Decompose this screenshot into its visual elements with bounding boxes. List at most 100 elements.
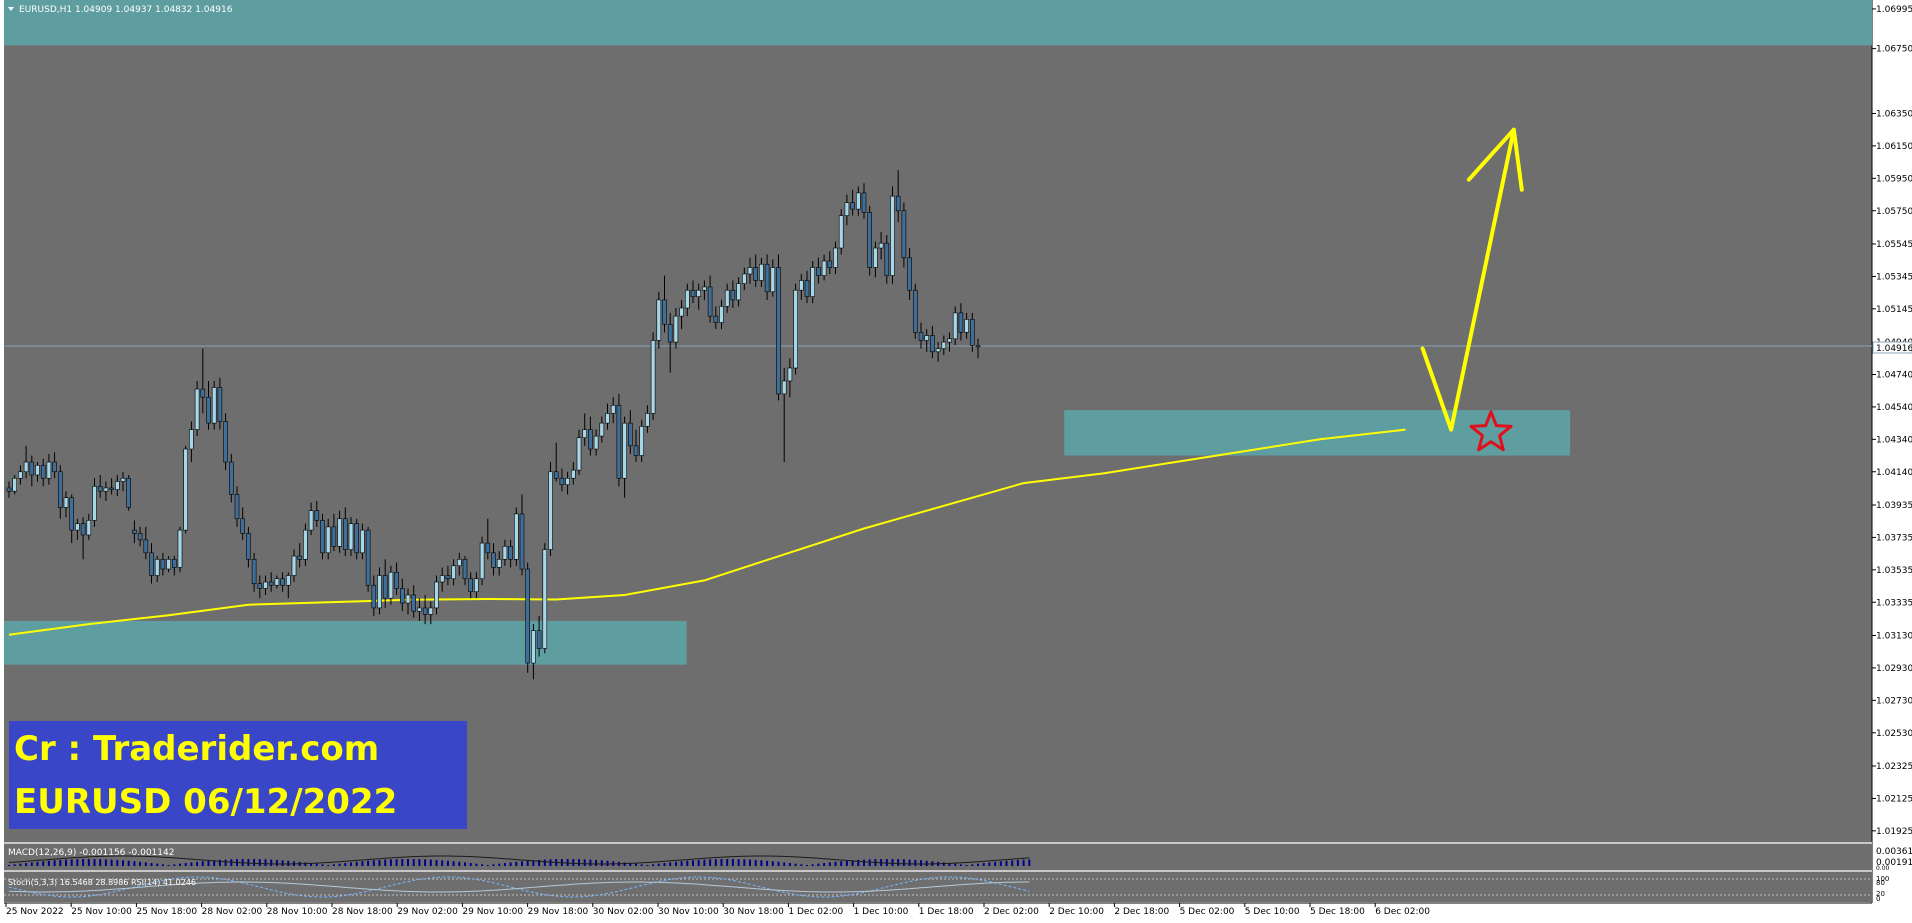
candle-body xyxy=(650,340,656,414)
candle-body xyxy=(776,267,781,395)
price-tick-label: 1.04140 xyxy=(1876,468,1912,478)
candle-body xyxy=(662,299,667,325)
candle-body xyxy=(548,471,553,550)
candle-body xyxy=(35,464,40,476)
candle-body xyxy=(360,529,365,554)
candle-body xyxy=(126,477,131,508)
annotation-line-1: Cr : Traderider.com xyxy=(14,729,379,769)
candle-body xyxy=(582,429,588,439)
candle-body xyxy=(172,558,177,568)
candle-body xyxy=(787,367,793,382)
candle xyxy=(542,543,548,654)
candle-body xyxy=(308,510,314,531)
candle-body xyxy=(645,413,650,427)
candle-body xyxy=(684,289,690,309)
candle-body xyxy=(52,461,57,473)
candle-body xyxy=(491,552,496,568)
candle-body xyxy=(382,575,388,599)
candle-body xyxy=(251,558,257,584)
price-tick-label: 1.02730 xyxy=(1876,696,1912,706)
candle-body xyxy=(63,497,69,508)
macd-value-3: 0.00 xyxy=(1876,865,1890,872)
time-tick-label: 5 Dec 10:00 xyxy=(1245,907,1300,917)
candle-body xyxy=(143,539,149,554)
candle-body xyxy=(702,286,707,291)
candle-body xyxy=(285,575,291,586)
candle-body xyxy=(753,267,759,281)
candle-body xyxy=(229,461,234,495)
candle xyxy=(320,513,325,560)
candle-body xyxy=(719,306,724,323)
candle-body xyxy=(810,267,816,297)
price-tick-label: 1.04340 xyxy=(1876,435,1912,445)
candle xyxy=(183,445,188,534)
candle-body xyxy=(388,571,394,599)
time-tick-label: 25 Nov 2022 xyxy=(6,907,64,917)
candle-body xyxy=(411,594,417,612)
candle-body xyxy=(667,323,673,343)
candle-body xyxy=(525,568,531,664)
candle xyxy=(126,474,131,511)
candle-body xyxy=(399,588,405,604)
candle-body xyxy=(895,195,901,212)
candle-body xyxy=(217,387,223,422)
candle xyxy=(656,291,662,349)
candle-body xyxy=(724,289,730,307)
candle-body xyxy=(394,571,399,589)
candle-body xyxy=(958,312,964,333)
candle-body xyxy=(713,315,719,323)
candle-body xyxy=(348,523,354,550)
candle-body xyxy=(924,335,930,341)
time-tick-label: 5 Dec 02:00 xyxy=(1180,907,1235,917)
time-tick-label: 1 Dec 10:00 xyxy=(854,907,909,917)
candle-body xyxy=(673,315,679,343)
candle xyxy=(890,186,895,284)
candle-body xyxy=(833,247,838,268)
current-price-label: 1.04916 xyxy=(1876,344,1912,354)
candle xyxy=(616,393,622,487)
price-tick-label: 1.02530 xyxy=(1876,729,1912,739)
price-tick-label: 1.02325 xyxy=(1876,762,1912,772)
price-tick-label: 1.06995 xyxy=(1876,5,1912,15)
candle-body xyxy=(160,558,166,570)
candle-body xyxy=(610,404,616,414)
candle-body xyxy=(149,552,154,576)
candle-body xyxy=(690,289,696,297)
candle-body xyxy=(451,565,456,580)
candle-body xyxy=(850,202,855,210)
candle-body xyxy=(496,558,502,568)
candle-body xyxy=(536,630,542,649)
candle-body xyxy=(12,477,17,492)
candle-body xyxy=(747,267,753,275)
candle-body xyxy=(741,273,747,285)
candle-body xyxy=(405,594,411,604)
candle-body xyxy=(565,477,570,486)
time-tick-label: 2 Dec 02:00 xyxy=(984,907,1039,917)
candle-body xyxy=(679,307,684,317)
candle-body xyxy=(519,513,525,570)
time-tick-label: 29 Nov 02:00 xyxy=(397,907,458,917)
price-chart[interactable]: EURUSD,H1 1.04909 1.04937 1.04832 1.0491… xyxy=(0,0,1912,923)
chart-window: EURUSD,H1 1.04909 1.04937 1.04832 1.0491… xyxy=(0,0,1912,923)
candle xyxy=(867,205,873,276)
candle-body xyxy=(588,429,593,450)
time-tick-label: 28 Nov 18:00 xyxy=(332,907,393,917)
price-tick-label: 1.05750 xyxy=(1876,207,1912,217)
candle-body xyxy=(873,247,878,268)
price-tick-label: 1.06350 xyxy=(1876,109,1912,119)
candle-body xyxy=(867,212,873,268)
candle-body xyxy=(759,263,764,281)
candle xyxy=(177,526,183,573)
candle-body xyxy=(177,529,183,568)
candle xyxy=(513,507,519,566)
candle-body xyxy=(46,461,52,479)
price-tick-label: 1.03735 xyxy=(1876,533,1912,543)
candle-body xyxy=(474,578,479,593)
candle-body xyxy=(280,578,285,586)
price-tick-label: 1.03535 xyxy=(1876,566,1912,576)
candle xyxy=(650,332,656,420)
candle xyxy=(793,283,798,375)
price-tick-label: 1.05545 xyxy=(1876,240,1912,250)
candle-body xyxy=(707,286,713,317)
candle-body xyxy=(941,341,947,349)
